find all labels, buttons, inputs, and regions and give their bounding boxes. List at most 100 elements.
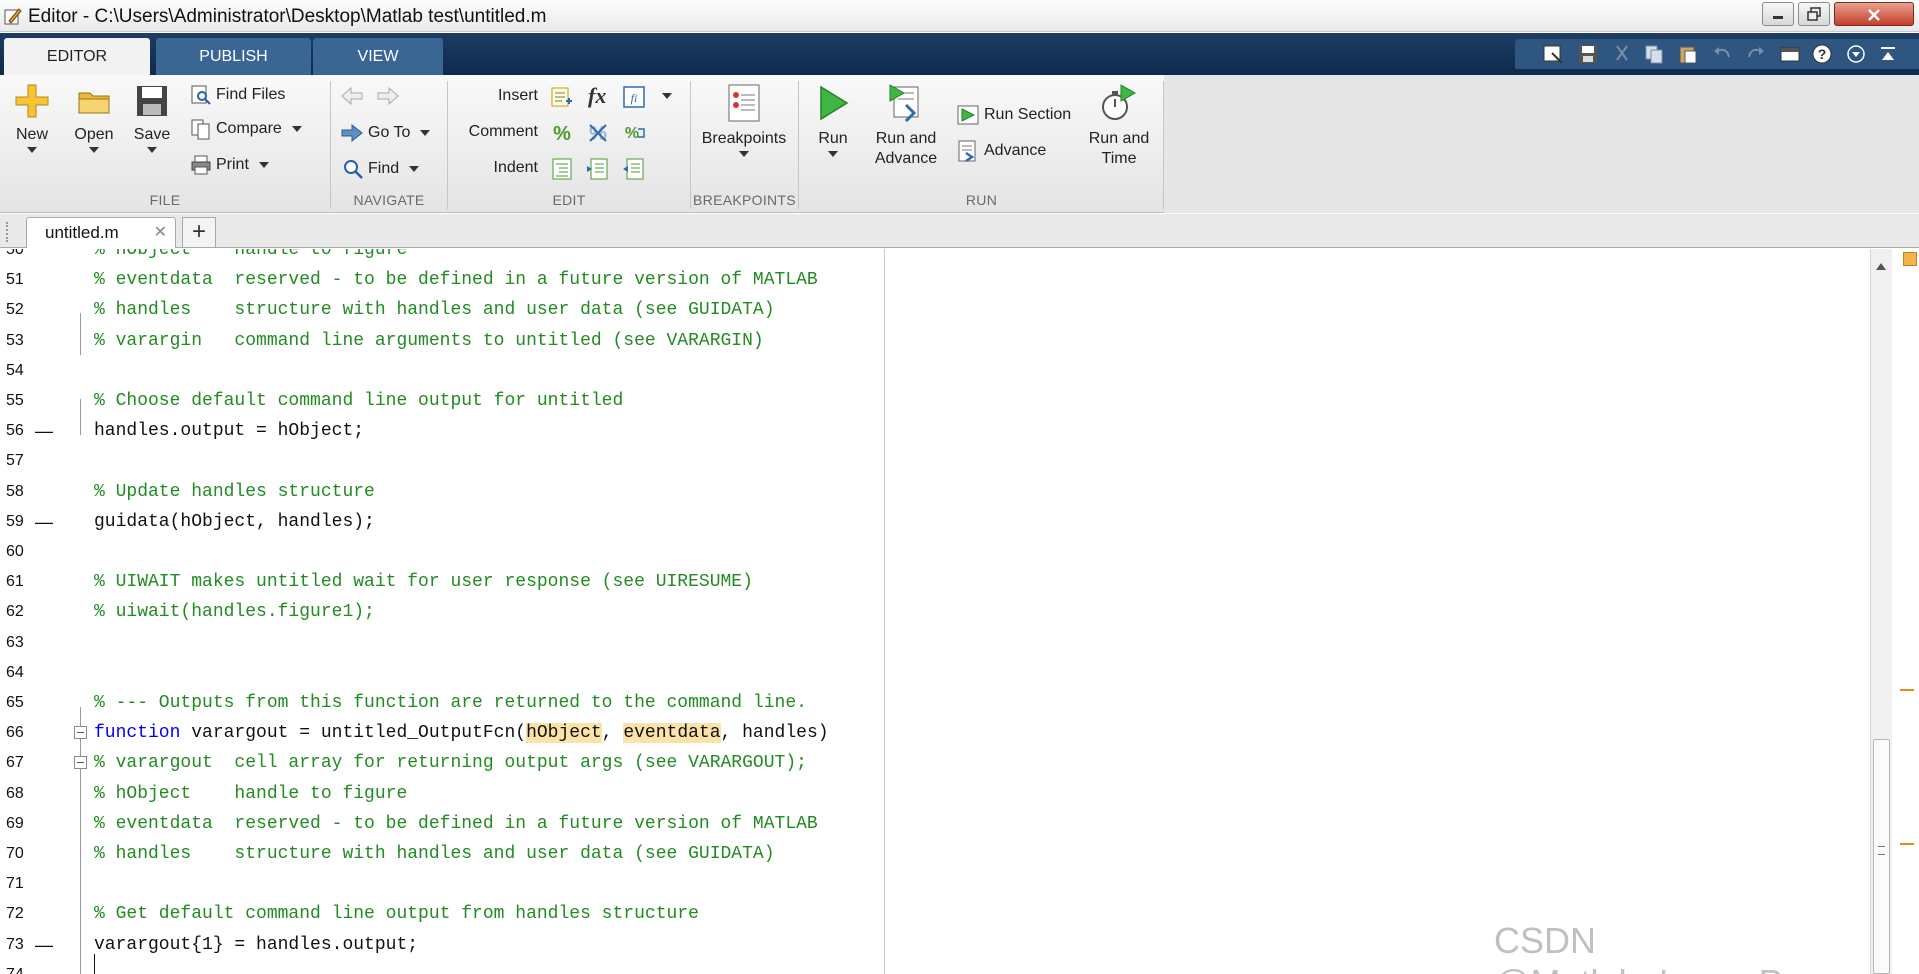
- scroll-up-icon[interactable]: [1876, 263, 1886, 270]
- forward-arrow-icon[interactable]: [376, 85, 400, 107]
- fold-toggle-icon[interactable]: [74, 756, 87, 770]
- code-line[interactable]: 60: [0, 537, 1870, 567]
- insert-figure-icon[interactable]: fi: [622, 85, 646, 109]
- tab-view[interactable]: VIEW: [313, 38, 443, 75]
- comment-percent-icon[interactable]: %: [550, 121, 574, 145]
- breakpoint-marker[interactable]: —: [35, 507, 53, 537]
- window-switch-icon[interactable]: [1779, 43, 1801, 65]
- save-button[interactable]: Save: [128, 83, 176, 153]
- code-line[interactable]: 54: [0, 356, 1870, 386]
- breakpoints-button[interactable]: Breakpoints: [698, 83, 790, 157]
- cut-icon[interactable]: [1611, 43, 1633, 65]
- layout-icon[interactable]: [1542, 43, 1564, 65]
- code-line[interactable]: 53 % varargin command line arguments to u…: [0, 326, 1870, 356]
- compare-button[interactable]: Compare: [190, 115, 302, 143]
- comment-label[interactable]: Comment: [458, 123, 538, 141]
- warning-mark[interactable]: [1900, 843, 1914, 845]
- chevron-down-icon[interactable]: [662, 93, 672, 99]
- code-line[interactable]: 66 function varargout = untitled_OutputFc…: [0, 718, 1870, 748]
- insert-label[interactable]: Insert: [458, 87, 538, 105]
- back-arrow-icon[interactable]: [340, 85, 364, 107]
- run-button[interactable]: Run: [808, 83, 858, 157]
- minimize-button[interactable]: [1762, 2, 1794, 26]
- code-text: handles.output = hObject;: [94, 416, 364, 446]
- run-and-advance-icon: [889, 84, 919, 123]
- code-token: guidata(hObject, handles);: [94, 511, 375, 532]
- help-icon[interactable]: ?: [1811, 43, 1833, 65]
- document-tab-untitled[interactable]: untitled.m ✕: [26, 217, 176, 248]
- new-button[interactable]: New: [10, 83, 54, 153]
- find-files-button[interactable]: Find Files: [190, 81, 285, 109]
- breakpoint-marker[interactable]: —: [35, 416, 53, 446]
- tab-editor[interactable]: EDITOR: [4, 38, 150, 75]
- warning-mark[interactable]: [1900, 689, 1914, 691]
- edit-group-label: EDIT: [552, 192, 586, 208]
- line-number: 67: [6, 754, 24, 772]
- find-button[interactable]: Find: [342, 155, 420, 183]
- smart-indent-icon[interactable]: [550, 157, 574, 181]
- code-line[interactable]: 62 % uiwait(handles.figure1);: [0, 597, 1870, 627]
- options-dropdown-icon[interactable]: [1845, 43, 1867, 65]
- code-line[interactable]: 52 % handles structure with handles and u…: [0, 295, 1870, 325]
- text-cursor: [94, 954, 95, 974]
- code-line[interactable]: 65 % --- Outputs from this function are r…: [0, 688, 1870, 718]
- copy-icon[interactable]: [1643, 43, 1665, 65]
- code-line[interactable]: 68 % hObject handle to figure: [0, 779, 1870, 809]
- comment-token: % Choose default command line output for…: [94, 391, 624, 411]
- chevron-down-icon: [291, 125, 302, 132]
- run-section-button[interactable]: Run Section: [956, 101, 1071, 129]
- code-text: % hObject handle to figure: [94, 779, 407, 809]
- restore-button[interactable]: [1798, 2, 1830, 26]
- code-line[interactable]: 67 % varargout cell array for returning o…: [0, 748, 1870, 778]
- tab-publish[interactable]: PUBLISH: [156, 38, 311, 75]
- breakpoint-marker[interactable]: —: [35, 930, 53, 960]
- uncomment-icon[interactable]: %: [586, 121, 610, 145]
- new-tab-button[interactable]: +: [182, 217, 216, 247]
- chevron-down-icon: [27, 147, 37, 153]
- divider: [447, 81, 448, 209]
- insert-function-icon[interactable]: fx: [588, 83, 606, 109]
- line-number: 55: [6, 392, 24, 409]
- save-quick-icon[interactable]: [1577, 43, 1599, 65]
- indent-label[interactable]: Indent: [458, 159, 538, 177]
- drag-handle[interactable]: [6, 222, 12, 242]
- code-line[interactable]: 51 % eventdata reserved - to be defined i…: [0, 265, 1870, 295]
- code-line[interactable]: 57: [0, 446, 1870, 476]
- code-line[interactable]: 59 — guidata(hObject, handles);: [0, 507, 1870, 537]
- code-line[interactable]: 55 % Choose default command line output f…: [0, 386, 1870, 416]
- comment-token: % uiwait(handles.figure1);: [94, 602, 375, 623]
- paste-icon[interactable]: [1677, 43, 1699, 65]
- run-and-time-button[interactable]: Run and Time: [1082, 83, 1156, 169]
- undo-icon[interactable]: [1711, 43, 1733, 65]
- redo-icon[interactable]: [1745, 43, 1767, 65]
- code-editor[interactable]: 50 % hObject handle to figure 51 % eventdat…: [0, 249, 1919, 974]
- code-line[interactable]: 63: [0, 628, 1870, 658]
- code-text: varargout{1} = handles.output;: [94, 930, 418, 960]
- breakpoints-icon: [728, 84, 760, 122]
- code-line[interactable]: 50 % hObject handle to figure: [0, 249, 1870, 265]
- collapse-ribbon-icon[interactable]: [1877, 43, 1899, 65]
- go-to-button[interactable]: Go To: [340, 119, 431, 147]
- decrease-indent-icon[interactable]: [622, 157, 646, 181]
- open-button[interactable]: Open: [70, 83, 118, 153]
- new-plus-icon: [15, 84, 49, 118]
- close-window-button[interactable]: [1834, 2, 1914, 26]
- code-line[interactable]: 69 % eventdata reserved - to be defined i…: [0, 809, 1870, 839]
- print-button[interactable]: Print: [190, 151, 269, 179]
- code-line[interactable]: 61 % UIWAIT makes untitled wait for user …: [0, 567, 1870, 597]
- fold-toggle-icon[interactable]: [74, 726, 87, 740]
- insert-section-icon[interactable]: [550, 85, 574, 109]
- close-tab-icon[interactable]: ✕: [154, 218, 167, 248]
- advance-button[interactable]: Advance: [956, 137, 1046, 165]
- code-line[interactable]: 71: [0, 869, 1870, 899]
- run-and-advance-button[interactable]: Run and Advance: [868, 83, 944, 169]
- code-line[interactable]: 58 % Update handles structure: [0, 477, 1870, 507]
- increase-indent-icon[interactable]: [586, 157, 610, 181]
- code-line[interactable]: 64: [0, 658, 1870, 688]
- vertical-scrollbar[interactable]: [1870, 249, 1892, 974]
- code-line[interactable]: 70 % handles structure with handles and u…: [0, 839, 1870, 869]
- code-line[interactable]: 56 — handles.output = hObject;: [0, 416, 1870, 446]
- printer-icon: [191, 155, 211, 175]
- warning-indicator-icon[interactable]: [1903, 252, 1917, 266]
- wrap-comments-icon[interactable]: %: [622, 121, 646, 145]
